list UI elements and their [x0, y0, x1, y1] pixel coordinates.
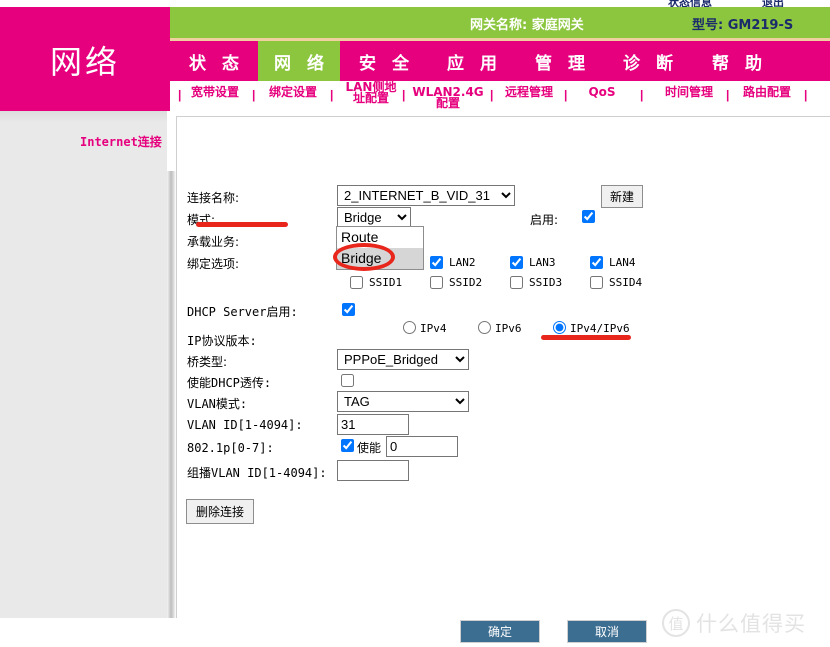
subnav-separator: | [252, 88, 255, 102]
subnav-item-remote-mgmt[interactable]: 远程管理 [500, 87, 558, 98]
ip-version-ipv4-radio[interactable] [403, 321, 416, 334]
vlan-mode-label: VLAN模式: [187, 395, 247, 412]
dot1p-label: 802.1p[0-7]: [187, 441, 274, 455]
nav-tab-network[interactable]: 网 络 [258, 41, 340, 81]
sidebar-item-internet-connection[interactable]: Internet连接 [80, 133, 162, 150]
ip-version-dual-label: IPv4/IPv6 [570, 322, 630, 335]
dhcp-transparent-label: 使能DHCP透传: [187, 374, 271, 391]
ip-version-ipv6-label: IPv6 [495, 322, 522, 335]
bridge-type-label: 桥类型: [187, 353, 227, 370]
enable-checkbox[interactable] [582, 210, 595, 223]
top-cutoff-strip: 状态信息 退出 [0, 0, 830, 7]
delete-connection-button[interactable]: 删除连接 [186, 499, 254, 524]
subnav-item-qos[interactable]: QoS [587, 87, 617, 98]
bind-ssid4-checkbox[interactable] [590, 276, 603, 289]
subnav-item-binding[interactable]: 绑定设置 [264, 87, 322, 98]
bind-options-label: 绑定选项: [187, 255, 239, 272]
subnav-separator: | [804, 88, 807, 102]
subnav-item-broadband[interactable]: 宽带设置 [186, 87, 244, 98]
sidebar [0, 111, 167, 618]
nav-tab-diagnostics[interactable]: 诊 断 [604, 41, 692, 81]
conn-name-label: 连接名称: [187, 189, 239, 206]
nav-tab-security[interactable]: 安 全 [340, 41, 428, 81]
nav-tab-help[interactable]: 帮 助 [692, 41, 782, 81]
nav-tab-management[interactable]: 管 理 [516, 41, 604, 81]
model-label: 型号: GM219-S [692, 14, 793, 33]
mode-select[interactable]: Bridge [337, 207, 411, 228]
bind-ssid1-label: SSID1 [369, 276, 402, 289]
mcast-vlan-id-input[interactable] [337, 460, 409, 481]
subnav-separator: | [490, 88, 493, 102]
bind-ssid3-checkbox[interactable] [510, 276, 523, 289]
ip-version-ipv6-radio[interactable] [478, 321, 491, 334]
nav-tab-status[interactable]: 状 态 [170, 41, 258, 81]
subnav-item-lan-address[interactable]: LAN侧地址配置 [340, 82, 402, 104]
subnav-item-routing[interactable]: 路由配置 [738, 87, 796, 98]
service-label: 承载业务: [187, 233, 239, 250]
subnav-separator: | [330, 88, 333, 102]
bind-lan2-label: LAN2 [449, 256, 476, 269]
new-connection-button[interactable]: 新建 [601, 185, 643, 208]
annotation-underline-ipversion [541, 335, 631, 340]
gateway-info-bar: 网关名称: 家庭网关 型号: GM219-S [170, 7, 830, 38]
vlan-mode-select[interactable]: TAG [337, 391, 469, 412]
router-admin-page: 状态信息 退出 网络 网关名称: 家庭网关 型号: GM219-S 状 态 网 … [0, 0, 830, 647]
top-fragment-left: 状态信息 [668, 0, 712, 7]
content-panel: 连接名称: 2_INTERNET_B_VID_31 新建 模式: Bridge … [176, 116, 830, 618]
bind-ssid1-checkbox[interactable] [350, 276, 363, 289]
enable-label: 启用: [530, 211, 558, 228]
panel-divider-top-gap [167, 111, 176, 171]
ip-version-label: IP协议版本: [187, 332, 257, 349]
subnav-item-time-mgmt[interactable]: 时间管理 [660, 87, 718, 98]
bind-ssid3-label: SSID3 [529, 276, 562, 289]
bind-ssid4-label: SSID4 [609, 276, 642, 289]
nav-tab-application[interactable]: 应 用 [428, 41, 516, 81]
ip-version-ipv4-label: IPv4 [420, 322, 447, 335]
sub-navigation: | 宽带设置 | 绑定设置 | LAN侧地址配置 | WLAN2.4G配置 | … [170, 81, 830, 111]
subnav-separator: | [402, 88, 405, 102]
bind-lan3-checkbox[interactable] [510, 256, 523, 269]
dot1p-value-input[interactable] [386, 436, 458, 457]
conn-name-select[interactable]: 2_INTERNET_B_VID_31 [337, 185, 515, 206]
subnav-separator: | [640, 88, 643, 102]
subnav-item-wlan24g[interactable]: WLAN2.4G配置 [410, 87, 486, 109]
subnav-separator: | [726, 88, 729, 102]
subnav-separator: | [178, 88, 181, 102]
ok-button[interactable]: 确定 [460, 620, 540, 643]
sidebar-top-shade [0, 111, 167, 123]
annotation-circle-bridge [333, 243, 395, 271]
bind-lan4-checkbox[interactable] [590, 256, 603, 269]
subnav-separator: | [564, 88, 567, 102]
cancel-button[interactable]: 取消 [567, 620, 647, 643]
main-navigation: 状 态 网 络 安 全 应 用 管 理 诊 断 帮 助 [170, 41, 830, 81]
brand-footer-strip [0, 81, 170, 111]
bind-ssid2-label: SSID2 [449, 276, 482, 289]
dot1p-enable-checkbox[interactable] [341, 439, 354, 452]
bridge-type-select[interactable]: PPPoE_Bridged [337, 349, 469, 370]
bind-lan2-checkbox[interactable] [430, 256, 443, 269]
dhcp-server-label: DHCP Server启用: [187, 303, 298, 320]
dhcp-transparent-checkbox[interactable] [341, 374, 354, 387]
mcast-vlan-id-label: 组播VLAN ID[1-4094]: [187, 464, 327, 481]
top-fragment-right: 退出 [762, 0, 784, 7]
annotation-underline-mode [196, 222, 288, 227]
bind-lan3-label: LAN3 [529, 256, 556, 269]
bind-ssid2-checkbox[interactable] [430, 276, 443, 289]
brand-title: 网络 [0, 37, 170, 83]
ip-version-dual-radio[interactable] [553, 321, 566, 334]
dhcp-server-checkbox[interactable] [342, 303, 355, 316]
dot1p-enable-label: 使能 [357, 439, 381, 456]
vlan-id-input[interactable] [337, 414, 409, 435]
gateway-name-label: 网关名称: 家庭网关 [470, 14, 584, 33]
bind-lan4-label: LAN4 [609, 256, 636, 269]
panel-scrollbar-divider[interactable] [167, 111, 176, 618]
vlan-id-label: VLAN ID[1-4094]: [187, 418, 303, 432]
